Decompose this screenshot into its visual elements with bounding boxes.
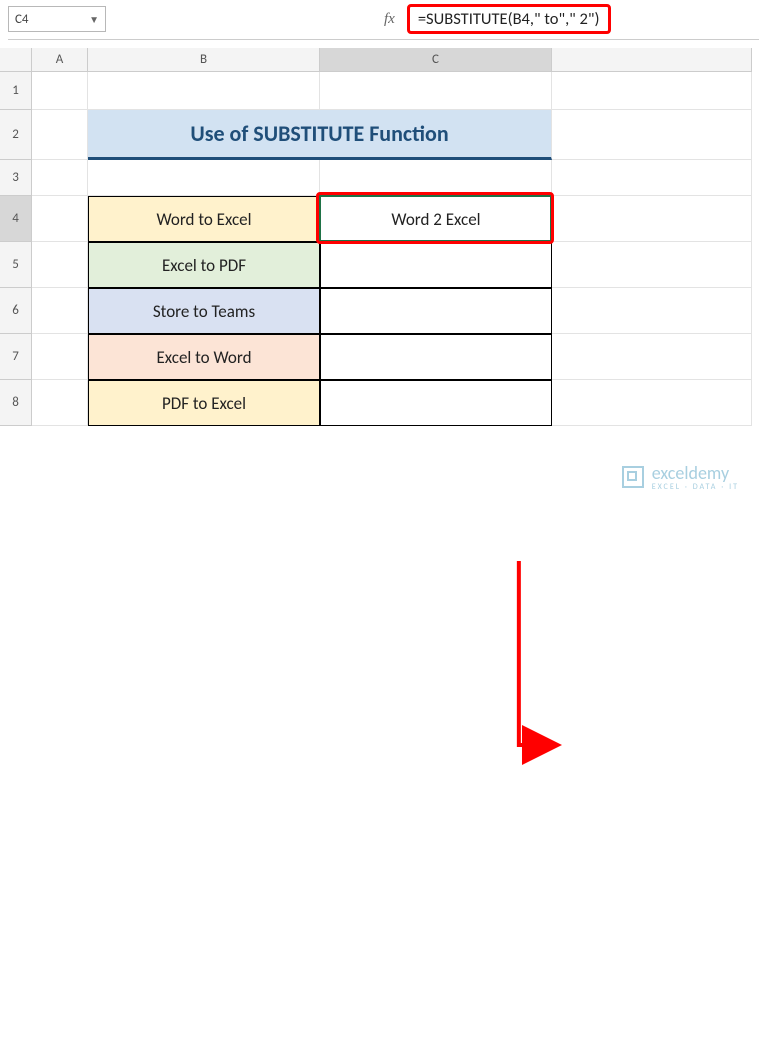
- cell-a4[interactable]: [32, 196, 88, 242]
- cell-b5[interactable]: Excel to PDF: [88, 242, 320, 288]
- row-header-7[interactable]: 7: [0, 334, 32, 380]
- cell-rest-5[interactable]: [552, 242, 752, 288]
- cell-a5[interactable]: [32, 242, 88, 288]
- row-header-4[interactable]: 4: [0, 196, 32, 242]
- watermark-tag: EXCEL · DATA · IT: [652, 482, 739, 492]
- title-text: Use of SUBSTITUTE Function: [190, 120, 448, 147]
- row-header-6[interactable]: 6: [0, 288, 32, 334]
- cell-a7[interactable]: [32, 334, 88, 380]
- title-cell[interactable]: Use of SUBSTITUTE Function: [88, 110, 552, 160]
- cell-rest-4[interactable]: [552, 196, 752, 242]
- formula-bar-text: =SUBSTITUTE(B4," to"," 2"): [418, 9, 600, 29]
- cell-c1[interactable]: [320, 72, 552, 110]
- cell-rest-1[interactable]: [552, 72, 752, 110]
- cell-b7[interactable]: Excel to Word: [88, 334, 320, 380]
- column-header-blank[interactable]: [552, 48, 752, 72]
- cell-c6[interactable]: [320, 288, 552, 334]
- cell-a6[interactable]: [32, 288, 88, 334]
- cell-c7[interactable]: [320, 334, 552, 380]
- row-header-2[interactable]: 2: [0, 110, 32, 160]
- watermark-brand: exceldemy: [652, 462, 729, 484]
- cell-b3[interactable]: [88, 160, 320, 196]
- spreadsheet-grid[interactable]: A B C 1 2 Use of SUBSTITUTE Function 3: [0, 48, 767, 526]
- row-header-8[interactable]: 8: [0, 380, 32, 426]
- row-header-1[interactable]: 1: [0, 72, 32, 110]
- column-header-a[interactable]: A: [32, 48, 88, 72]
- name-box[interactable]: C4 ▼: [8, 6, 106, 32]
- annotation-arrow: [0, 526, 767, 1052]
- column-header-b[interactable]: B: [88, 48, 320, 72]
- row-header-5[interactable]: 5: [0, 242, 32, 288]
- cell-b8[interactable]: PDF to Excel: [88, 380, 320, 426]
- chevron-down-icon[interactable]: ▼: [89, 13, 99, 26]
- cell-b1[interactable]: [88, 72, 320, 110]
- cell-b6[interactable]: Store to Teams: [88, 288, 320, 334]
- formula-bar-area: C4 ▼ fx =SUBSTITUTE(B4," to"," 2"): [0, 0, 767, 48]
- cell-b4[interactable]: Word to Excel: [88, 196, 320, 242]
- cell-rest-8[interactable]: [552, 380, 752, 426]
- row-header-3[interactable]: 3: [0, 160, 32, 196]
- cell-a1[interactable]: [32, 72, 88, 110]
- watermark: exceldemy EXCEL · DATA · IT: [622, 462, 739, 492]
- cell-c5[interactable]: [320, 242, 552, 288]
- cell-rest-6[interactable]: [552, 288, 752, 334]
- cell-rest-2[interactable]: [552, 110, 752, 160]
- cell-c8[interactable]: [320, 380, 552, 426]
- cell-rest-3[interactable]: [552, 160, 752, 196]
- cell-a3[interactable]: [32, 160, 88, 196]
- column-header-c[interactable]: C: [320, 48, 552, 72]
- cell-a8[interactable]: [32, 380, 88, 426]
- cell-rest-7[interactable]: [552, 334, 752, 380]
- name-box-value: C4: [15, 12, 89, 27]
- select-all-corner[interactable]: [0, 48, 32, 72]
- watermark-icon: [622, 466, 644, 488]
- cell-a2[interactable]: [32, 110, 88, 160]
- fx-icon[interactable]: fx: [380, 11, 399, 28]
- formula-bar-input[interactable]: =SUBSTITUTE(B4," to"," 2"): [407, 4, 611, 34]
- cell-c3[interactable]: [320, 160, 552, 196]
- cell-c4[interactable]: Word 2 Excel: [320, 196, 552, 242]
